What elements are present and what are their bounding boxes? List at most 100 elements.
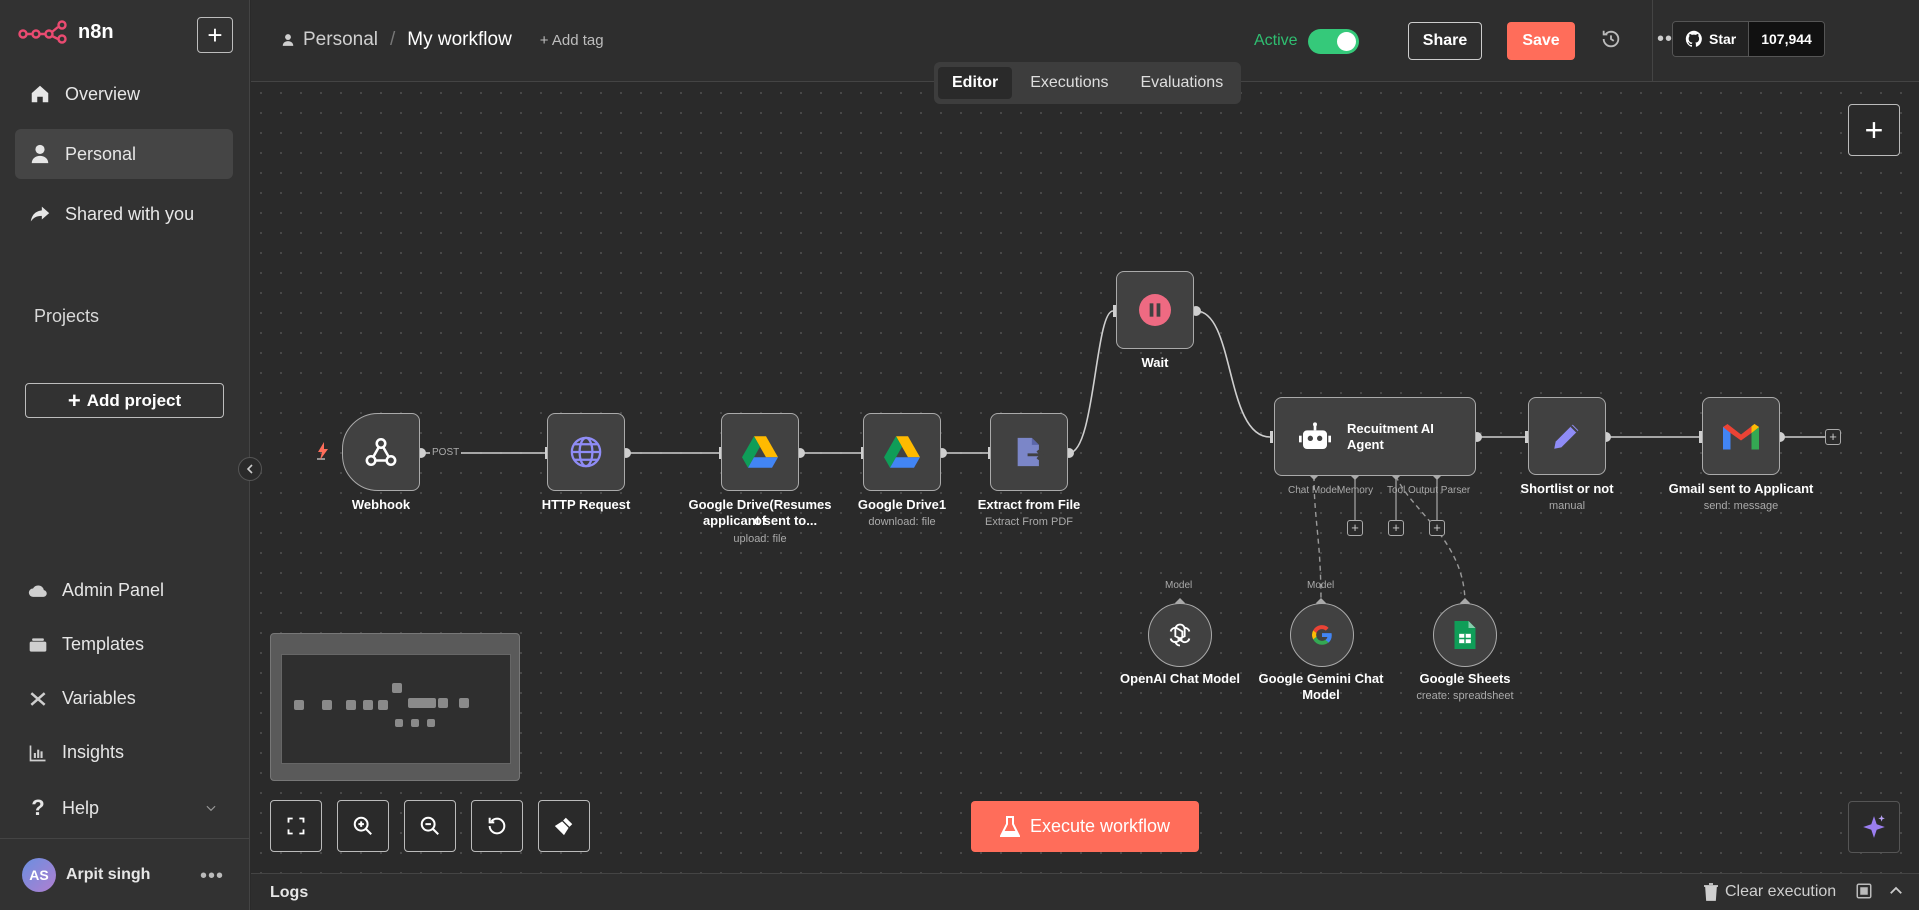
node-google-drive-label-2: applicant sent to... [702,513,818,528]
nav-insights-label: Insights [62,742,125,762]
create-new-button[interactable]: + [197,17,233,53]
add-node-button[interactable]: + [1848,104,1900,156]
zoom-out-button[interactable] [404,800,456,852]
minimap[interactable] [270,633,520,781]
share-icon [30,206,50,222]
tab-executions[interactable]: Executions [1016,67,1122,99]
help-icon: ? [31,795,45,820]
zoom-in-button[interactable] [337,800,389,852]
execute-workflow-label: Execute workflow [1029,816,1171,836]
node-openai-chat-model[interactable] [1148,603,1212,667]
minimap-node [411,719,419,727]
undo-icon [488,817,506,835]
node-gmail-label: Gmail sent to Applicant [1668,481,1814,496]
cloud-icon [28,584,47,597]
active-label: Active [1254,32,1298,49]
node-http-request[interactable] [547,413,625,491]
fit-view-button[interactable] [270,800,322,852]
user-more-icon[interactable]: ••• [200,865,224,888]
broom-icon [554,817,573,836]
node-sheets-label: Google Sheets [1419,671,1511,686]
breadcrumb-separator: / [390,29,396,50]
gmail-icon [1723,424,1759,450]
github-star-button[interactable]: Star 107,944 [1672,21,1825,57]
nav-templates-label: Templates [62,634,145,654]
breadcrumb-project[interactable]: Personal [303,29,378,51]
minimap-node [408,698,436,708]
logs-panel[interactable]: Logs Clear execution [251,873,1919,910]
nav-admin-panel[interactable]: Admin Panel [28,580,218,601]
nav-help[interactable]: ? Help [28,795,218,821]
workflow-name[interactable]: My workflow [407,29,512,51]
node-extract-label: Extract from File [977,497,1081,512]
google-sheets-icon [1454,621,1476,649]
active-toggle[interactable] [1308,29,1359,54]
user-name: Arpit singh [66,865,151,883]
node-google-drive1-label: Google Drive1 [857,497,947,512]
tab-editor[interactable]: Editor [938,67,1013,99]
view-tabs: Editor Executions Evaluations [934,62,1242,104]
n8n-logo[interactable]: n8n [18,20,114,44]
user-icon [282,34,294,46]
add-next-node-button[interactable]: + [1825,429,1841,445]
nav-personal[interactable]: Personal [15,129,233,179]
execute-workflow-button[interactable]: Execute workflow [971,801,1199,852]
node-webhook-label: Webhook [351,497,411,512]
add-project-button[interactable]: + Add project [25,383,224,418]
nav-variables[interactable]: Variables [28,688,218,709]
minimap-node [322,700,332,710]
tidy-up-button[interactable] [538,800,590,852]
node-http-request-label: HTTP Request [541,497,631,512]
node-google-drive1[interactable] [863,413,941,491]
add-tag-button[interactable]: + Add tag [540,32,604,49]
nav-insights[interactable]: Insights [28,742,218,763]
node-shortlist[interactable] [1528,397,1606,475]
agent-port-memory-label: Memory [1337,485,1374,496]
agent-port-parser-label: Output Parser [1408,485,1471,496]
github-icon [1685,30,1702,47]
node-google-drive[interactable] [721,413,799,491]
node-gmail[interactable] [1702,397,1780,475]
tab-evaluations[interactable]: Evaluations [1126,67,1237,99]
ai-assistant-button[interactable] [1848,801,1900,853]
minimap-node [427,719,435,727]
home-icon [31,85,49,103]
chevron-up-icon[interactable] [1887,882,1905,900]
nav-shared[interactable]: Shared with you [15,189,233,239]
n8n-logo-icon [18,20,67,44]
file-extract-icon [1017,437,1044,467]
add-parser-button[interactable]: + [1429,520,1445,536]
node-extract-from-file[interactable] [990,413,1068,491]
trash-icon [1704,883,1718,901]
node-webhook[interactable] [342,413,420,491]
minimap-node [438,698,448,708]
github-star-label: Star [1709,31,1737,47]
agent-port-tool-label: Tool [1387,485,1406,496]
node-agent-label-2: Agent [1347,436,1384,452]
reset-zoom-button[interactable] [471,800,523,852]
node-sheets-sub: create: spreadsheet [1416,690,1514,702]
node-gemini-chat-model[interactable] [1290,603,1354,667]
user-menu[interactable]: AS Arpit singh ••• [0,838,250,910]
clear-execution-label: Clear execution [1725,883,1837,900]
node-shortlist-sub: manual [1548,500,1586,512]
clear-execution-button[interactable]: Clear execution [1703,883,1836,901]
share-button[interactable]: Share [1408,22,1482,60]
add-memory-button[interactable]: + [1347,520,1363,536]
webhook-method-label: POST [430,447,462,458]
node-google-drive1-sub: download: file [868,516,936,528]
minimap-node [378,700,388,710]
history-icon[interactable] [1600,28,1622,55]
breadcrumb: Personal / My workflow + Add tag [281,29,604,51]
save-button[interactable]: Save [1507,22,1575,60]
add-tool-button[interactable]: + [1388,520,1404,536]
nav-templates[interactable]: Templates [28,634,218,655]
node-recruitment-agent[interactable]: Recuitment AI Agent [1274,397,1476,476]
node-google-sheets[interactable] [1433,603,1497,667]
nav-overview[interactable]: Overview [15,69,233,119]
node-wait[interactable] [1116,271,1194,349]
nav-shared-label: Shared with you [65,203,195,224]
sidebar-collapse-button[interactable] [238,457,262,481]
popout-icon[interactable] [1855,882,1873,900]
logs-controls [1855,882,1905,900]
